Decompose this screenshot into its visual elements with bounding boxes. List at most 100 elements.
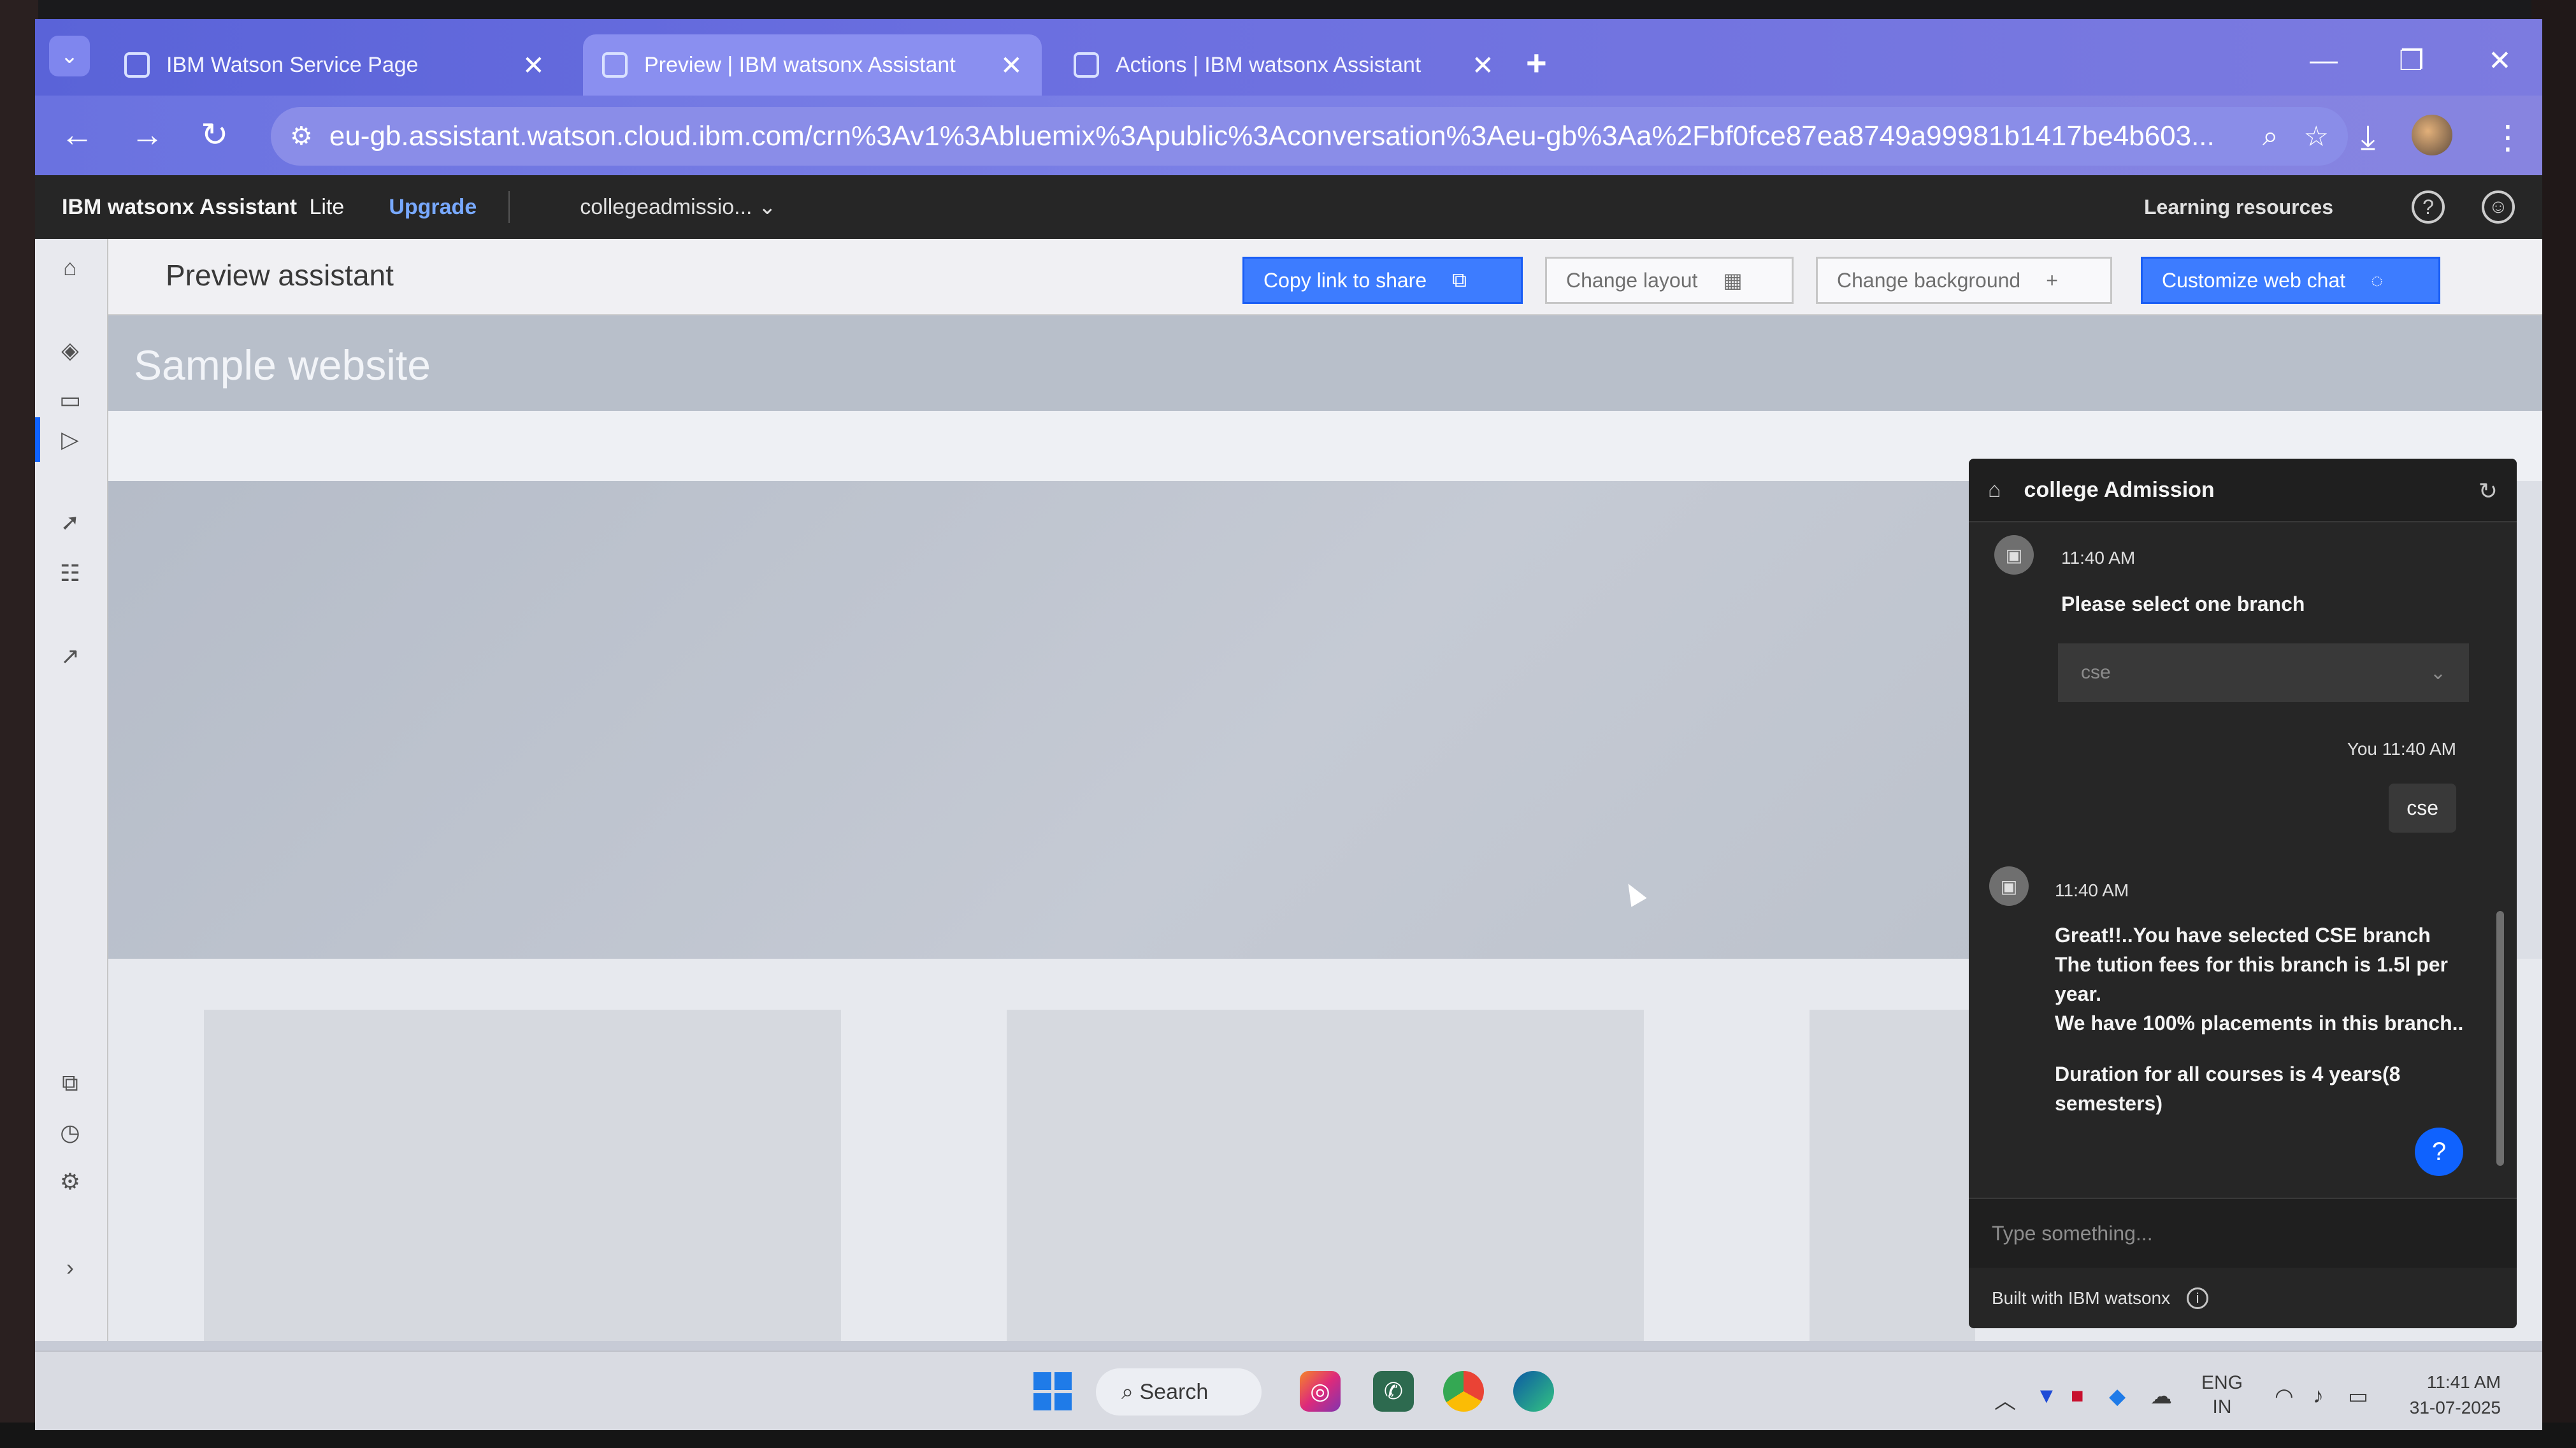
product-name[interactable]: IBM watsonx Assistant Lite	[62, 195, 344, 220]
plus-icon: +	[2046, 268, 2058, 292]
site-card	[204, 1010, 841, 1341]
new-tab-button[interactable]: +	[1526, 42, 1547, 83]
bookmark-star-icon[interactable]: ☆	[2304, 120, 2329, 153]
bot-message-text: Please select one branch	[2061, 592, 2305, 615]
taskbar-clock[interactable]: 11:41 AM 31-07-2025	[2393, 1370, 2501, 1421]
wifi-icon[interactable]: ◠	[2275, 1384, 2294, 1409]
battery-icon[interactable]: ▭	[2348, 1384, 2368, 1409]
restart-conversation-icon[interactable]: ↻	[2479, 478, 2498, 505]
tab-preview-watsonx[interactable]: Preview | IBM watsonx Assistant ✕	[583, 34, 1042, 96]
conversations-icon[interactable]: ▭	[54, 384, 86, 416]
help-icon[interactable]: ?	[2412, 190, 2445, 224]
change-layout-button[interactable]: Change layout ▦	[1545, 257, 1794, 304]
bot-avatar-icon: ▣	[1989, 866, 2029, 906]
bot-avatar-icon: ▣	[1994, 535, 2034, 575]
zoom-icon[interactable]: ⌕	[2263, 120, 2278, 152]
profile-avatar[interactable]	[2412, 115, 2452, 155]
back-icon[interactable]: ←	[61, 116, 94, 154]
branch-select-dropdown[interactable]: cse ⌄	[2058, 643, 2469, 702]
monitor-bezel-left	[0, 0, 38, 1448]
reload-icon[interactable]: ↻	[201, 116, 229, 154]
built-with-label: Built with IBM watsonx	[1992, 1287, 2171, 1308]
language-indicator[interactable]: ENG IN	[2201, 1371, 2243, 1419]
history-icon[interactable]: ◷	[54, 1117, 86, 1149]
download-icon[interactable]: ⤓	[2361, 118, 2375, 157]
url-text[interactable]: eu-gb.assistant.watson.cloud.ibm.com/crn…	[329, 120, 2237, 152]
tray-app-icon[interactable]: ◆	[2109, 1384, 2126, 1409]
bot-message-line: Great!!..You have selected CSE branch	[2055, 924, 2431, 947]
bot-message-line: We have 100% placements in this branch..	[2055, 1012, 2464, 1035]
instagram-icon[interactable]: ◎	[1300, 1371, 1341, 1412]
user-profile-icon[interactable]: ☺	[2482, 190, 2515, 224]
active-nav-indicator	[35, 417, 40, 462]
customize-web-chat-button[interactable]: Customize web chat ◌	[2141, 257, 2440, 304]
whatsapp-icon[interactable]: ✆	[1373, 1371, 1414, 1412]
home-icon[interactable]: ⌂	[54, 252, 86, 283]
layout-icon: ▦	[1723, 269, 1743, 292]
user-message-time: You 11:40 AM	[2347, 739, 2456, 759]
bot-message-time: 11:40 AM	[2061, 548, 2136, 568]
info-icon[interactable]: i	[2187, 1287, 2209, 1309]
clock-time: 11:41 AM	[2426, 1372, 2501, 1392]
site-settings-icon[interactable]: ⚙	[290, 122, 313, 151]
taskbar-search[interactable]: ⌕ Search	[1096, 1368, 1262, 1416]
plan-label: Lite	[309, 194, 345, 219]
minimize-icon[interactable]: —	[2310, 45, 2338, 76]
windows-start-icon[interactable]	[1033, 1372, 1072, 1410]
chrome-icon[interactable]	[1443, 1371, 1484, 1412]
tab-close-icon[interactable]: ✕	[522, 50, 545, 81]
site-header: Sample website	[108, 315, 2542, 411]
help-button[interactable]: ?	[2415, 1128, 2463, 1176]
browser-addressbar: ← → ↻ ⚙ eu-gb.assistant.watson.cloud.ibm…	[35, 96, 2542, 175]
analytics-icon[interactable]: ↗	[54, 640, 86, 672]
bot-message-line: The tution fees for this branch is 1.5l …	[2055, 953, 2448, 976]
tab-favicon-icon	[124, 52, 150, 78]
upgrade-link[interactable]: Upgrade	[389, 195, 477, 220]
tab-ibm-watson-service-page[interactable]: IBM Watson Service Page ✕	[105, 34, 564, 96]
learning-resources-link[interactable]: Learning resources	[2144, 196, 2333, 219]
customize-web-chat-label: Customize web chat	[2162, 268, 2346, 292]
tab-close-icon[interactable]: ✕	[1000, 50, 1023, 81]
windows-taskbar: ⌕ Search ◎ ✆ ︿ ▼ ■ ◆ ☁ ENG IN ◠ ♪ ▭ 11:4…	[35, 1351, 2542, 1430]
change-background-button[interactable]: Change background +	[1816, 257, 2112, 304]
expand-nav-chevron-icon[interactable]: ›	[54, 1252, 86, 1284]
copy-link-button[interactable]: Copy link to share ⧉	[1242, 257, 1523, 304]
chat-input[interactable]: Type something...	[1969, 1198, 2517, 1268]
actions-icon[interactable]: ◈	[54, 334, 86, 366]
user-message-bubble: cse	[2389, 784, 2456, 833]
tray-app-icon[interactable]: ■	[2071, 1384, 2084, 1409]
url-field[interactable]: ⚙ eu-gb.assistant.watson.cloud.ibm.com/c…	[271, 107, 2348, 166]
volume-icon[interactable]: ♪	[2313, 1384, 2324, 1409]
chat-scrollbar[interactable]	[2496, 911, 2504, 1166]
integrations-icon[interactable]: ⧉	[54, 1067, 86, 1099]
forward-icon[interactable]: →	[131, 116, 164, 154]
chevron-down-icon: ⌄	[758, 195, 777, 219]
bot-message-line: year.	[2055, 982, 2101, 1005]
palette-icon: ◌	[2371, 268, 2384, 292]
publish-rocket-icon[interactable]: ➚	[54, 506, 86, 538]
tray-onedrive-icon[interactable]: ☁	[2150, 1384, 2172, 1409]
edge-icon[interactable]	[1513, 1371, 1554, 1412]
browser-menu-icon[interactable]: ⋮	[2491, 118, 2524, 157]
tab-search-dropdown-icon[interactable]: ⌄	[49, 36, 90, 76]
bot-message-line: Duration for all courses is 4 years(8	[2055, 1063, 2401, 1086]
site-card	[1007, 1010, 1644, 1341]
environments-icon[interactable]: ☷	[54, 557, 86, 589]
preview-play-icon[interactable]: ▷	[54, 424, 86, 455]
settings-gear-icon[interactable]: ⚙	[54, 1166, 86, 1198]
tab-actions-watsonx[interactable]: Actions | IBM watsonx Assistant ✕	[1054, 34, 1513, 96]
chat-home-icon[interactable]: ⌂	[1988, 478, 2001, 503]
site-card	[1810, 1010, 1975, 1341]
assistant-switcher[interactable]: collegeadmissio... ⌄	[580, 194, 776, 220]
tab-close-icon[interactable]: ✕	[1472, 50, 1494, 81]
restore-icon[interactable]: ❐	[2399, 45, 2424, 77]
bot-message-line: semesters)	[2055, 1092, 2162, 1115]
site-title: Sample website	[134, 341, 431, 389]
tab-title: Preview | IBM watsonx Assistant	[644, 52, 956, 77]
tray-overflow-icon[interactable]: ︿	[1994, 1384, 2016, 1415]
change-layout-label: Change layout	[1566, 268, 1698, 292]
close-window-icon[interactable]: ✕	[2488, 45, 2512, 77]
region-code: IN	[2212, 1396, 2232, 1417]
page-title: Preview assistant	[166, 259, 394, 292]
tray-app-icon[interactable]: ▼	[2036, 1384, 2057, 1409]
